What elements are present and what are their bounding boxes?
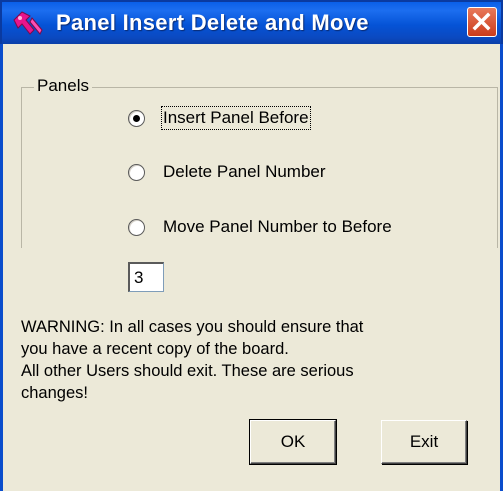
radio-button-checked[interactable] [128, 109, 145, 127]
radio-button[interactable] [128, 218, 145, 236]
close-x-icon [472, 12, 491, 31]
warning-text: WARNING: In all cases you should ensure … [21, 316, 491, 404]
pink-hammer-icon [13, 11, 43, 35]
radio-insert-panel-before[interactable]: Insert Panel Before [128, 105, 311, 131]
warning-line: All other Users should exit. These are s… [21, 362, 354, 380]
exit-button[interactable]: Exit [381, 420, 467, 464]
ok-button[interactable]: OK [249, 419, 337, 465]
title-bar[interactable]: Panel Insert Delete and Move [0, 0, 503, 44]
radio-label-move: Move Panel Number to Before [163, 217, 392, 236]
radio-move-panel-number[interactable]: Move Panel Number to Before [128, 214, 392, 240]
radio-delete-panel-number[interactable]: Delete Panel Number [128, 159, 326, 185]
warning-line: WARNING: In all cases you should ensure … [21, 318, 364, 336]
panel-number-input[interactable] [128, 262, 164, 292]
radio-label-insert: Insert Panel Before [161, 106, 311, 130]
radio-label-delete: Delete Panel Number [163, 162, 326, 181]
window-title: Panel Insert Delete and Move [56, 10, 369, 35]
close-button[interactable] [467, 7, 497, 37]
panels-group-label: Panels [34, 76, 92, 96]
warning-line: you have a recent copy of the board. [21, 340, 289, 358]
warning-line: changes! [21, 384, 88, 402]
radio-button[interactable] [128, 163, 145, 181]
